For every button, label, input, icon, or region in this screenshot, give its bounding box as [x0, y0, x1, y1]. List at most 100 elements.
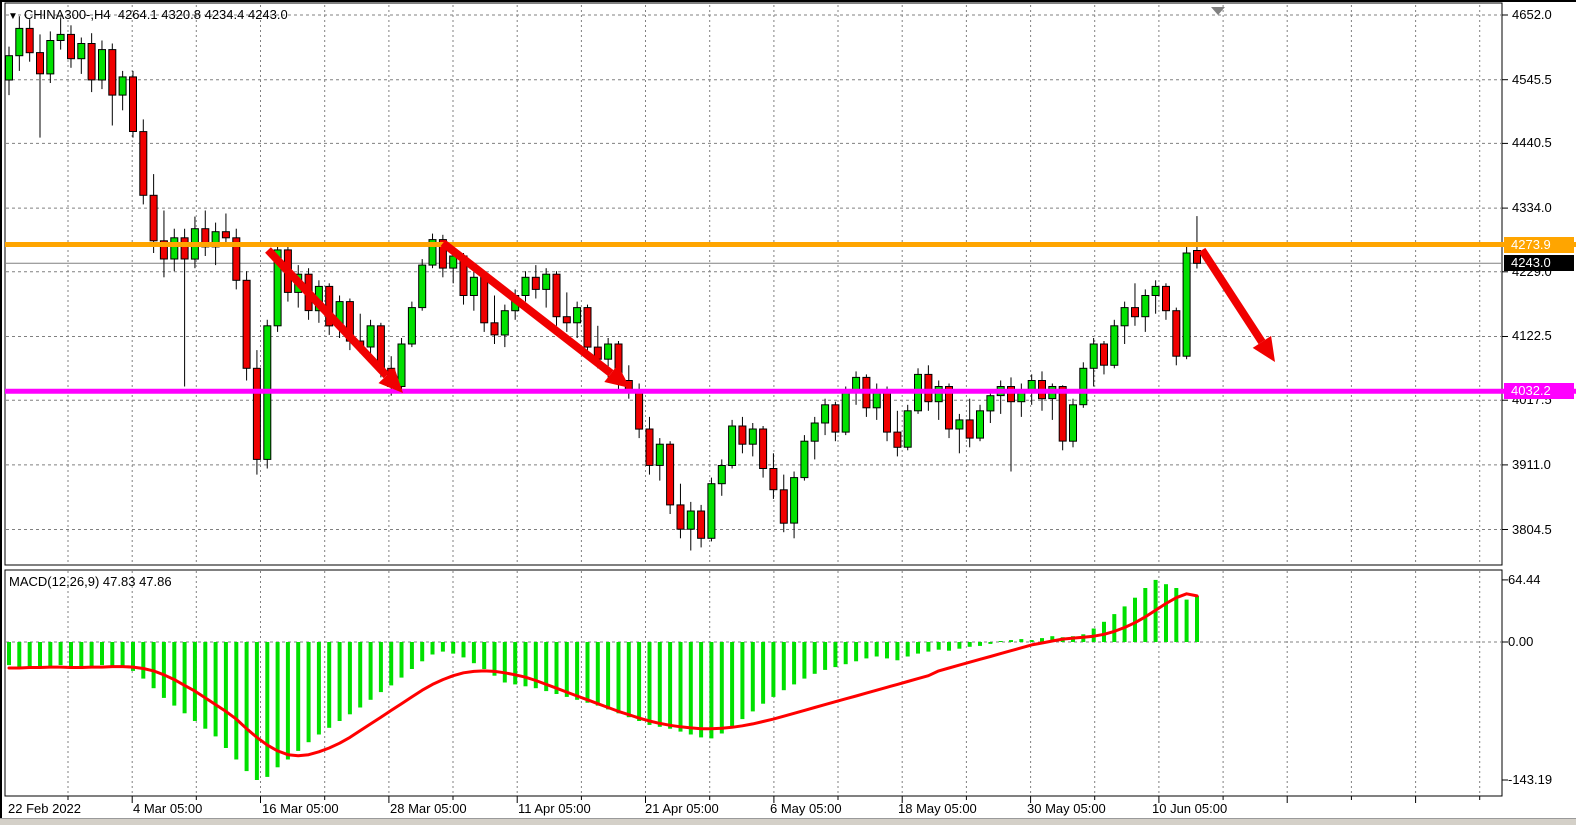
candle — [935, 387, 942, 402]
candle — [956, 420, 963, 429]
candle — [398, 344, 405, 387]
candle — [677, 505, 684, 529]
candle — [470, 277, 477, 295]
macd-histogram-bar — [596, 642, 600, 706]
macd-histogram-bar — [565, 642, 569, 697]
candle — [253, 368, 260, 459]
candle — [563, 317, 570, 323]
candle — [729, 426, 736, 466]
candle — [47, 41, 54, 74]
macd-histogram-bar — [679, 642, 683, 732]
candle — [543, 274, 550, 289]
macd-histogram-bar — [59, 642, 63, 665]
macd-histogram-bar — [988, 642, 992, 644]
candle — [708, 484, 715, 539]
macd-histogram-bar — [451, 642, 455, 654]
candle — [574, 308, 581, 323]
candle — [904, 411, 911, 447]
candle — [966, 420, 973, 438]
macd-histogram-bar — [327, 642, 331, 728]
macd-histogram-bar — [7, 642, 11, 665]
macd-histogram-bar — [152, 642, 156, 688]
macd-histogram-bar — [410, 642, 414, 669]
symbol-dropdown-icon[interactable]: ▼ — [8, 11, 18, 22]
macd-histogram-bar — [575, 642, 579, 700]
macd-histogram-bar — [503, 642, 507, 683]
macd-histogram-bar — [627, 642, 631, 717]
candle — [646, 429, 653, 465]
macd-histogram-bar — [926, 642, 930, 652]
macd-histogram-bar — [379, 642, 383, 692]
macd-histogram-bar — [782, 642, 786, 690]
macd-histogram-bar — [79, 642, 83, 669]
macd-histogram-bar — [224, 642, 228, 748]
macd-histogram-bar — [462, 642, 466, 657]
symbol-timeframe-label: CHINA300-,H4 — [24, 7, 111, 22]
candle — [57, 34, 64, 40]
macd-histogram-bar — [978, 642, 982, 646]
macd-histogram-bar — [761, 642, 765, 704]
candle — [481, 277, 488, 323]
macd-histogram-bar — [203, 642, 207, 729]
macd-histogram-bar — [1019, 639, 1023, 642]
candle — [419, 265, 426, 308]
macd-histogram-bar — [28, 642, 32, 669]
macd-histogram-bar — [286, 642, 290, 760]
macd-histogram-bar — [864, 642, 868, 658]
candle — [718, 466, 725, 484]
macd-histogram-bar — [1123, 606, 1127, 642]
macd-histogram-bar — [400, 642, 404, 678]
chart-canvas[interactable] — [0, 0, 1576, 825]
candle — [1111, 326, 1118, 366]
macd-histogram-bar — [1030, 640, 1034, 642]
macd-histogram-bar — [957, 642, 961, 649]
macd-histogram-bar — [999, 641, 1003, 642]
macd-histogram-bar — [358, 642, 362, 708]
macd-histogram-bar — [69, 642, 73, 667]
macd-histogram-bar — [38, 642, 42, 666]
macd-histogram-bar — [317, 642, 321, 735]
macd-histogram-bar — [947, 642, 951, 651]
candle — [780, 490, 787, 523]
candle — [1028, 381, 1035, 390]
candle — [88, 44, 95, 80]
macd-histogram-bar — [1009, 640, 1013, 642]
macd-histogram-bar — [369, 642, 373, 700]
macd-histogram-bar — [100, 642, 104, 665]
macd-histogram-bar — [823, 642, 827, 670]
trading-chart-window: 4652.04545.54440.54334.04229.04122.54017… — [0, 0, 1576, 825]
macd-histogram-bar — [617, 642, 621, 713]
candle — [1101, 344, 1108, 365]
macd-histogram-bar — [1185, 600, 1189, 642]
macd-histogram-bar — [586, 642, 590, 703]
macd-histogram-bar — [162, 642, 166, 698]
candle — [1173, 311, 1180, 357]
macd-indicator-label: MACD(12,26,9) 47.83 47.86 — [9, 574, 172, 589]
macd-histogram-bar — [833, 642, 837, 667]
candle — [553, 274, 560, 317]
macd-histogram-bar — [668, 642, 672, 729]
macd-histogram-bar — [699, 642, 703, 737]
candle — [822, 405, 829, 423]
macd-histogram-bar — [338, 642, 342, 721]
candle — [140, 132, 147, 196]
macd-histogram-bar — [48, 642, 52, 668]
candle — [222, 232, 229, 238]
macd-histogram-bar — [740, 642, 744, 719]
candle — [842, 393, 849, 433]
candle — [6, 56, 13, 80]
candle — [667, 444, 674, 505]
macd-histogram-bar — [1112, 614, 1116, 642]
candle — [1070, 405, 1077, 441]
candle — [501, 311, 508, 335]
candle — [987, 396, 994, 411]
candle — [791, 478, 798, 523]
candle — [367, 326, 374, 347]
candle — [1152, 286, 1159, 295]
macd-histogram-bar — [730, 642, 734, 727]
candle — [1132, 308, 1139, 317]
macd-histogram-bar — [482, 642, 486, 669]
macd-histogram-bar — [141, 642, 145, 679]
candle — [605, 344, 612, 359]
candle — [760, 429, 767, 469]
